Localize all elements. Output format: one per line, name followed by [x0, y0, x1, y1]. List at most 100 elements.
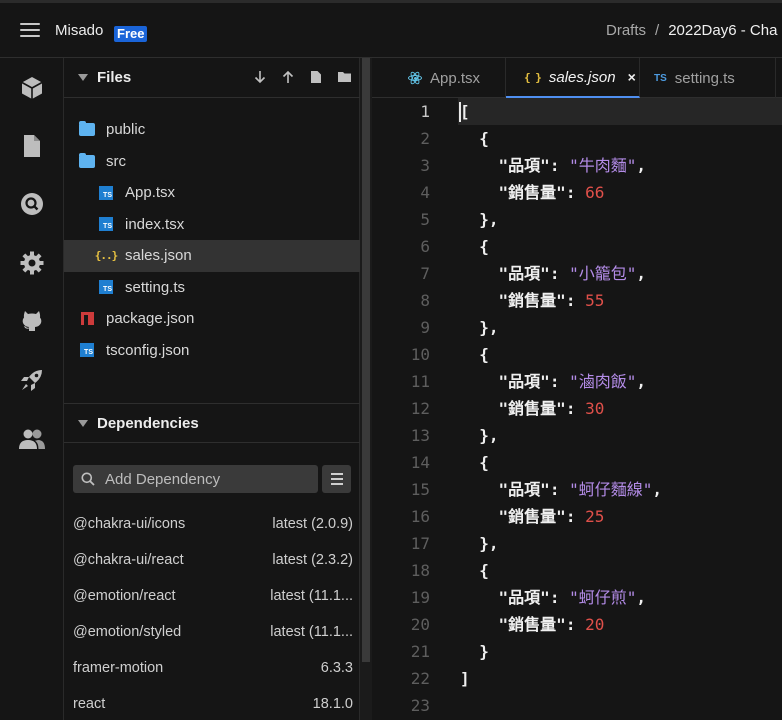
- collapse-caret-icon[interactable]: [78, 420, 88, 427]
- code-text: {: [460, 237, 489, 256]
- new-folder-icon[interactable]: [336, 68, 352, 86]
- sandbox-title[interactable]: 2022Day6 - Cha: [668, 22, 777, 39]
- code-line: 11 "品項": "滷肉飯",: [372, 368, 782, 395]
- code-text: "品項": "蚵仔麵線",: [498, 480, 662, 499]
- json-icon: { }: [524, 70, 542, 84]
- dependency-item[interactable]: @emotion/styled latest (11.1...: [73, 614, 353, 650]
- close-tab-icon[interactable]: ×: [628, 69, 636, 85]
- code-editor[interactable]: 1[2 {3 "品項": "牛肉麵", 4 "銷售量": 66 5 }, 6 {7 "…: [372, 98, 782, 720]
- line-number: 17: [410, 534, 430, 553]
- code-line: 10 {: [372, 341, 782, 368]
- dependency-item[interactable]: @emotion/react latest (11.1...: [73, 578, 353, 614]
- new-file-icon[interactable]: [308, 68, 324, 86]
- users-icon[interactable]: [18, 425, 46, 453]
- dependency-version[interactable]: 18.1.0: [313, 696, 353, 712]
- code-line: 23: [372, 692, 782, 719]
- file-tree-item[interactable]: TS tsconfig.json: [64, 335, 360, 367]
- code-line: 8 "銷售量": 55: [372, 287, 782, 314]
- dependency-item[interactable]: @chakra-ui/react latest (2.3.2): [73, 542, 353, 578]
- gear-icon[interactable]: [18, 249, 46, 277]
- dependency-version[interactable]: latest (2.3.2): [272, 552, 353, 568]
- dependency-version[interactable]: latest (11.1...: [270, 588, 353, 604]
- code-text: "銷售量": 66: [498, 183, 605, 202]
- breadcrumb-separator: /: [655, 22, 660, 39]
- file-tree: public src TS App.tsx TS index.tsx {..} sales.j…: [64, 114, 360, 366]
- dependencies-section-header[interactable]: Dependencies: [64, 403, 360, 443]
- code-text: {: [460, 453, 489, 472]
- code-line: 15 "品項": "蚵仔麵線",: [372, 476, 782, 503]
- app-name[interactable]: Misado: [55, 22, 103, 39]
- plan-badge: Free: [114, 26, 148, 42]
- code-line: 22]: [372, 665, 782, 692]
- code-text: "品項": "滷肉飯",: [498, 372, 646, 391]
- top-header: Misado Free Drafts / 2022Day6 - Cha: [0, 0, 782, 58]
- code-text: {: [460, 345, 489, 364]
- json-file-icon: {..}: [94, 249, 118, 263]
- dependency-item[interactable]: react 18.1.0: [73, 686, 353, 720]
- code-line: 16 "銷售量": 25: [372, 503, 782, 530]
- code-text: "品項": "牛肉麵",: [498, 156, 646, 175]
- dependency-name: framer-motion: [73, 660, 164, 676]
- files-toolbar: [252, 68, 352, 86]
- breadcrumb: Drafts / 2022Day6 - Cha: [606, 22, 777, 39]
- code-text: "銷售量": 20: [498, 615, 605, 634]
- line-number: 7: [420, 264, 430, 283]
- code-line: 19 "品項": "蚵仔煎",: [372, 584, 782, 611]
- collapse-caret-icon[interactable]: [78, 74, 88, 81]
- code-line: 17 },: [372, 530, 782, 557]
- folder-open-icon: [79, 152, 95, 169]
- dependency-version[interactable]: 6.3.3: [321, 660, 353, 676]
- file-tree-label: package.json: [106, 310, 195, 328]
- file-tree-item[interactable]: {..} sales.json: [64, 240, 360, 272]
- sidebar: Files public src TS App.tsx TS index.tsx {..} s…: [64, 58, 360, 720]
- line-number: 16: [410, 507, 430, 526]
- dependency-name: @emotion/react: [73, 588, 176, 604]
- code-text: "銷售量": 55: [498, 291, 605, 310]
- file-icon[interactable]: [18, 132, 46, 160]
- file-tree-item[interactable]: TS App.tsx: [64, 177, 360, 209]
- file-tree-item[interactable]: TS setting.ts: [64, 272, 360, 304]
- typescript-file-icon: TS: [79, 342, 95, 358]
- tab-setting-ts[interactable]: TS setting.ts: [640, 58, 776, 98]
- scrollbar-thumb[interactable]: [362, 58, 370, 662]
- text-cursor: [459, 102, 461, 122]
- line-number: 11: [410, 372, 430, 391]
- search-icon[interactable]: [18, 190, 46, 218]
- line-number: 23: [410, 696, 430, 715]
- tab-sales-json[interactable]: { } sales.json ×: [506, 58, 640, 98]
- line-number: 2: [420, 129, 430, 148]
- hamburger-menu-icon[interactable]: [20, 23, 40, 39]
- folder-icon: [79, 121, 95, 138]
- breadcrumb-drafts-link[interactable]: Drafts: [606, 22, 646, 39]
- dependency-version[interactable]: latest (2.0.9): [272, 516, 353, 532]
- file-tree-label: App.tsx: [125, 184, 176, 202]
- file-tree-item[interactable]: TS index.tsx: [64, 209, 360, 241]
- dependency-item[interactable]: @chakra-ui/icons latest (2.0.9): [73, 506, 353, 542]
- dependency-item[interactable]: framer-motion 6.3.3: [73, 650, 353, 686]
- arrow-up-icon[interactable]: [280, 68, 296, 86]
- code-line: 4 "銷售量": 66: [372, 179, 782, 206]
- file-tree-item[interactable]: src: [64, 146, 360, 178]
- line-number: 20: [410, 615, 430, 634]
- line-number: 12: [410, 399, 430, 418]
- github-icon[interactable]: [18, 306, 46, 334]
- file-tree-item[interactable]: package.json: [64, 303, 360, 335]
- cube-icon[interactable]: [18, 74, 46, 102]
- line-number: 5: [420, 210, 430, 229]
- line-number: 3: [420, 156, 430, 175]
- file-tree-label: tsconfig.json: [106, 341, 190, 359]
- search-icon: [81, 472, 95, 486]
- dependency-version[interactable]: latest (11.1...: [270, 624, 353, 640]
- dependency-name: react: [73, 696, 106, 712]
- tab-app-tsx[interactable]: App.tsx: [372, 58, 506, 98]
- react-icon: [408, 70, 422, 86]
- sidebar-scrollbar[interactable]: [360, 58, 372, 720]
- file-tree-item[interactable]: public: [64, 114, 360, 146]
- add-dependency-input[interactable]: [105, 470, 305, 488]
- line-number: 10: [410, 345, 430, 364]
- rocket-icon[interactable]: [18, 366, 46, 394]
- line-number: 1: [420, 102, 430, 121]
- arrow-down-icon[interactable]: [252, 68, 268, 86]
- files-section-header[interactable]: Files: [64, 58, 360, 98]
- dependency-list-button[interactable]: [322, 465, 351, 493]
